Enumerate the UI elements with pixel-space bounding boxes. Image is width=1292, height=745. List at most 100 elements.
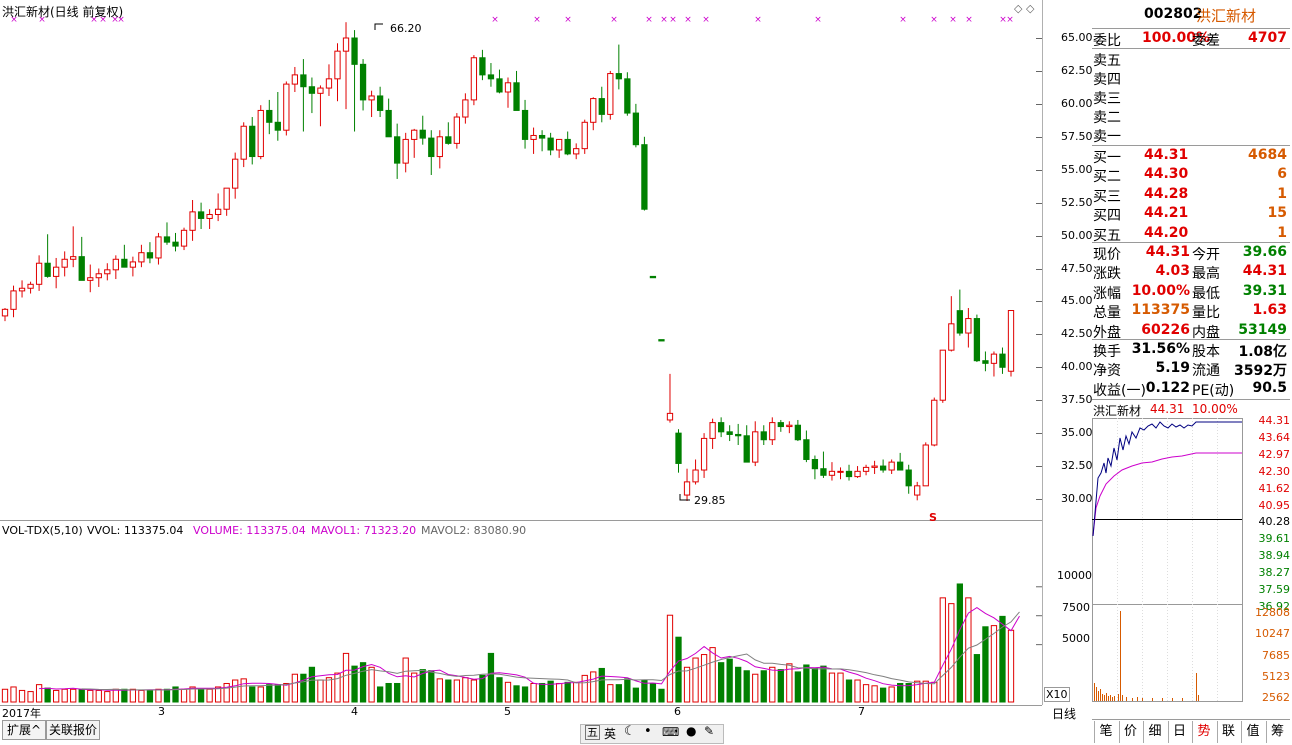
buy-level-row[interactable]: 买五 44.20 1	[1092, 224, 1290, 244]
dot-icon[interactable]: •	[644, 724, 652, 739]
candle-body	[155, 236, 162, 259]
buy-level-price: 44.20	[1144, 224, 1189, 241]
volume-indicator-name[interactable]: VOL-TDX(5,10)	[2, 524, 83, 537]
right-panel-tab[interactable]: 价	[1118, 721, 1142, 743]
candle-body	[726, 431, 733, 435]
sell-level-row[interactable]: 卖五	[1092, 49, 1290, 69]
volume-bar	[828, 672, 836, 703]
candle-body	[845, 470, 853, 478]
related-quotes-tab[interactable]: 关联报价	[46, 720, 100, 740]
keyboard-icon[interactable]: ⌨	[662, 725, 679, 739]
right-panel-tab[interactable]: 笔	[1094, 721, 1117, 743]
wrench-icon[interactable]: ✎	[704, 724, 714, 738]
mini-volume-label: 5123	[1262, 669, 1290, 683]
candle-body	[385, 109, 392, 138]
volume-bar	[257, 686, 264, 703]
candle-body	[342, 37, 350, 52]
mini-price-label: 43.64	[1258, 430, 1291, 444]
volume-bar	[35, 684, 43, 703]
volume-bar	[342, 652, 350, 703]
volume-bar	[700, 654, 708, 703]
five-icon[interactable]: 五	[585, 725, 600, 740]
settings-diamond-icon[interactable]: ◇	[1026, 2, 1034, 15]
signal-marker: ×	[491, 15, 499, 25]
volume-axis-5000: 5000	[1062, 632, 1090, 645]
stat-value: 44.31	[1145, 244, 1190, 260]
quote-fundamental-row: 收益(一) 0.122 PE(动) 90.5	[1092, 379, 1290, 399]
date-label-7: 7	[858, 705, 865, 718]
volume-bar	[564, 681, 571, 703]
price-axis-label: 65.00	[1061, 31, 1093, 44]
fund-value-2: 3592万	[1234, 363, 1287, 380]
stat-value: 113375	[1131, 302, 1190, 319]
right-panel-tab[interactable]: 联	[1216, 721, 1240, 743]
right-panel-tab[interactable]: 日	[1167, 721, 1191, 743]
english-input-icon[interactable]: 英	[604, 725, 616, 742]
expand-tab[interactable]: 扩展^	[2, 720, 46, 740]
sell-level-row[interactable]: 卖二	[1092, 106, 1290, 126]
user-icon[interactable]: ●	[686, 724, 696, 738]
stat-value-2: 39.66	[1242, 244, 1287, 260]
signal-marker: ×	[610, 15, 618, 25]
stock-name[interactable]: 洪汇新材	[1196, 5, 1256, 26]
fund-value-2: 90.5	[1252, 379, 1287, 396]
stat-value: 10.00%	[1131, 282, 1190, 299]
buy-level-volume: 15	[1267, 205, 1287, 222]
volume-bar	[871, 685, 878, 703]
candle-body	[854, 470, 861, 478]
candle-body	[138, 252, 145, 263]
sell-level-row[interactable]: 卖四	[1092, 68, 1290, 88]
mini-price-label: 39.61	[1258, 532, 1291, 546]
date-label-6: 6	[674, 705, 681, 718]
quote-stat-row: 涨跌 4.03 最高 44.31	[1092, 262, 1290, 282]
signal-marker: ×	[754, 15, 762, 25]
kline-chart[interactable]: × × × × ×× × × × × × × × × × × × × × × × × ×	[0, 0, 1042, 705]
moon-icon[interactable]: ☾	[624, 724, 636, 739]
candle-body	[402, 138, 409, 164]
buy-level-row[interactable]: 买三 44.28 1	[1092, 185, 1290, 205]
candle-body	[257, 109, 264, 158]
sell-level-row[interactable]: 卖三	[1092, 87, 1290, 107]
kline-chart-area[interactable]: × × × × × × × × × × × × × × × × × × × × × × × 洪汇新材(日线 前复权) ◇ ◇…	[0, 0, 1042, 705]
buy-level-row[interactable]: 买一 44.31 4684	[1092, 146, 1290, 166]
right-panel-tab[interactable]: 势	[1192, 721, 1215, 743]
right-panel-tab[interactable]: 值	[1241, 721, 1264, 743]
signal-marker: ×	[702, 15, 710, 25]
candle-body	[419, 129, 426, 139]
right-panel-tab[interactable]: 筹	[1265, 721, 1289, 743]
weicha-value: 4707	[1248, 30, 1287, 46]
period-label[interactable]: 日线	[1052, 705, 1076, 722]
signal-marker: ×	[684, 15, 692, 25]
volume-bar	[777, 669, 784, 703]
volume-bar	[70, 688, 77, 703]
buy-level-price: 44.21	[1144, 205, 1189, 222]
volume-bar	[308, 666, 316, 703]
volume-bar	[163, 688, 171, 703]
volume-bar	[675, 636, 682, 703]
volume-bar	[854, 679, 861, 703]
right-panel-tab[interactable]: 细	[1143, 721, 1166, 743]
candle-body	[735, 433, 742, 437]
volume-bar	[939, 597, 946, 703]
buy-level-row[interactable]: 买二 44.30 6	[1092, 165, 1290, 185]
candle-body	[922, 444, 929, 487]
buy-level-row[interactable]: 买四 44.21 15	[1092, 204, 1290, 224]
weibi-row: 委比 100.00% 委差 4707	[1092, 29, 1290, 49]
diamond-icon[interactable]: ◇	[1014, 2, 1022, 15]
volume-bar	[666, 614, 674, 703]
sell-level-row[interactable]: 卖一	[1092, 125, 1290, 145]
volume-bar	[1, 688, 9, 703]
date-label-2017: 2017年	[2, 707, 41, 720]
candle-body	[470, 57, 478, 101]
volume-bar	[649, 682, 657, 703]
volume-bar	[615, 684, 622, 703]
candle-body	[274, 121, 281, 131]
volume-bar	[658, 688, 665, 703]
volume-bar	[590, 671, 597, 703]
price-axis-label: 57.50	[1061, 129, 1093, 143]
volume-bar	[351, 665, 358, 703]
mini-price-label: 42.97	[1258, 447, 1291, 461]
volume-bar	[274, 684, 281, 703]
candle-body	[769, 422, 776, 441]
volume-bar	[999, 615, 1006, 703]
